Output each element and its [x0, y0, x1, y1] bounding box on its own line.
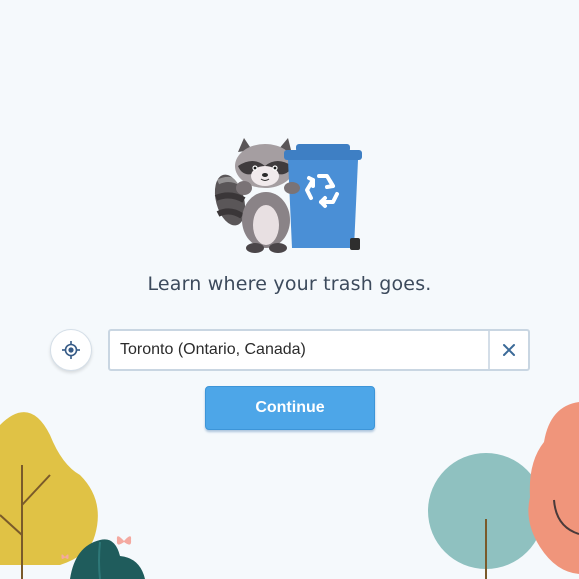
recycling-bin — [284, 144, 362, 250]
page-tagline: Learn where your trash goes. — [147, 273, 432, 295]
raccoon-head — [235, 138, 295, 188]
raccoon-recycling-bin-illustration — [214, 138, 362, 253]
butterfly-icon — [116, 536, 132, 545]
crosshair-icon — [62, 341, 80, 359]
small-butterfly-icon — [61, 554, 69, 560]
close-icon — [503, 344, 515, 356]
page: Learn where your trash goes. Continue — [0, 0, 579, 579]
location-search-input[interactable] — [110, 331, 488, 369]
continue-button[interactable]: Continue — [205, 386, 375, 430]
clear-search-button[interactable] — [488, 331, 528, 369]
dark-bush-illustration — [70, 539, 145, 579]
salmon-tree-illustration — [528, 402, 579, 574]
locate-me-button[interactable] — [50, 329, 92, 371]
location-search-field — [108, 329, 530, 371]
